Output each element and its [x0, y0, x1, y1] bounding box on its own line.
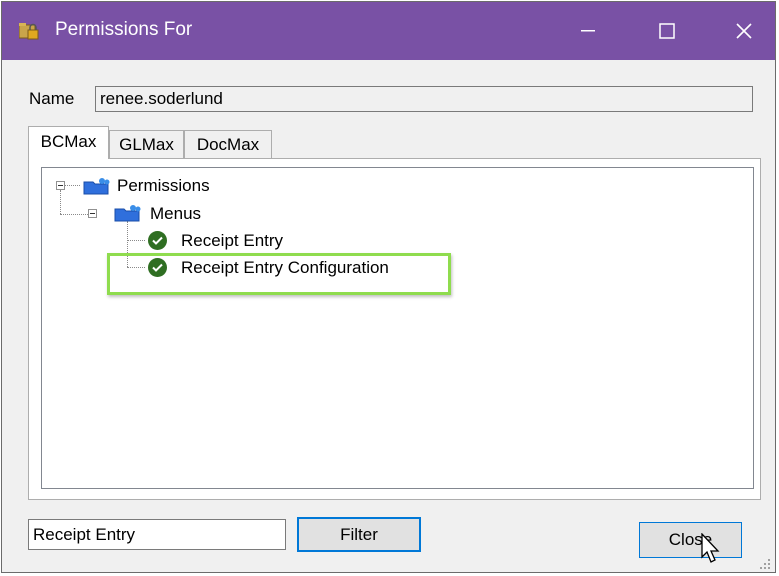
folder-people-icon	[83, 178, 110, 195]
tab-glmax[interactable]: GLMax	[109, 130, 184, 159]
green-check-icon	[148, 231, 167, 250]
tree-node-menus[interactable]: Menus	[150, 204, 201, 224]
tab-docmax[interactable]: DocMax	[184, 130, 272, 159]
close-icon	[736, 23, 752, 39]
expander-permissions[interactable]	[56, 181, 65, 190]
tab-bcmax[interactable]: BCMax	[28, 126, 109, 159]
resize-grip-icon[interactable]	[757, 556, 771, 570]
tree-connector	[60, 190, 61, 214]
expander-menus[interactable]	[88, 209, 97, 218]
minimize-button[interactable]	[557, 2, 619, 60]
filter-input[interactable]	[28, 519, 286, 550]
window-title: Permissions For	[55, 19, 193, 40]
highlight-box	[107, 253, 451, 295]
hand-cursor-icon	[701, 533, 720, 563]
lock-folder-icon	[19, 23, 39, 40]
tree-item-receipt-entry[interactable]: Receipt Entry	[181, 231, 283, 251]
tree-connector	[64, 185, 80, 186]
title-bar[interactable]: Permissions For	[2, 2, 775, 60]
tree-connector	[60, 214, 88, 215]
name-field[interactable]: renee.soderlund	[95, 86, 753, 112]
name-label: Name	[29, 89, 75, 108]
minimize-icon	[581, 30, 595, 32]
close-window-button[interactable]	[713, 2, 775, 60]
maximize-button[interactable]	[636, 2, 698, 60]
tree-node-permissions[interactable]: Permissions	[117, 176, 210, 196]
folder-people-icon	[114, 205, 141, 222]
filter-button[interactable]: Filter	[297, 517, 421, 552]
permissions-tree[interactable]	[41, 167, 754, 489]
maximize-icon	[659, 23, 675, 39]
permissions-window: Permissions For Name renee.soderlund BCM…	[1, 1, 776, 573]
tree-connector	[127, 240, 145, 241]
close-button[interactable]: Close	[639, 522, 742, 558]
